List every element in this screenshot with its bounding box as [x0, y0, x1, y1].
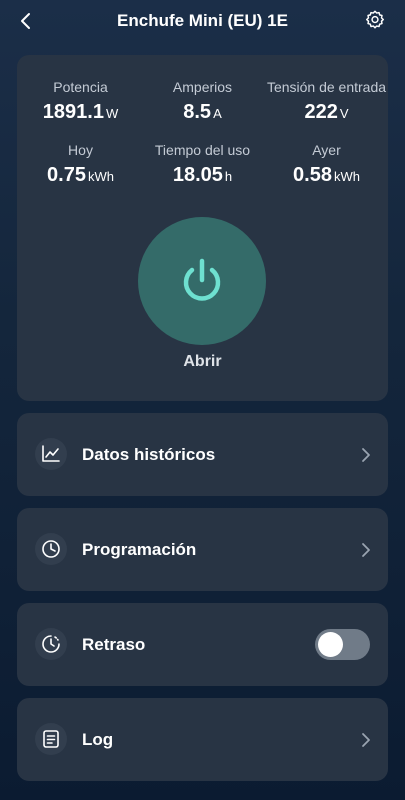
- chevron-right-icon: [360, 446, 372, 464]
- timer-icon-badge: [35, 628, 67, 660]
- delay-row: Retraso: [17, 603, 388, 686]
- log-label: Log: [82, 730, 114, 749]
- schedule-row[interactable]: Programación: [17, 508, 388, 591]
- stat-unit: A: [213, 106, 222, 121]
- line-chart-icon: [42, 445, 60, 462]
- chevron-right-icon: [360, 541, 372, 559]
- stat-value: 0.58: [293, 164, 332, 186]
- stat-label: Potencia: [53, 79, 108, 95]
- delay-toggle[interactable]: [315, 629, 370, 660]
- stat-label: Ayer: [312, 142, 341, 158]
- stat-unit: W: [105, 106, 119, 121]
- stat-label: Tiempo del uso: [154, 142, 251, 158]
- stat-value: 1891.1: [42, 101, 104, 123]
- document-icon: [43, 730, 59, 748]
- stat-value: 8.5: [183, 101, 212, 123]
- settings-button[interactable]: [363, 8, 387, 32]
- power-icon: [183, 258, 221, 301]
- chevron-left-icon: [21, 13, 30, 29]
- clock-icon-badge: [35, 533, 67, 565]
- stat-unit: kWh: [87, 169, 114, 184]
- stat-unit: h: [224, 169, 233, 184]
- clock-icon: [42, 540, 60, 558]
- document-icon-badge: [35, 723, 67, 755]
- stat-value: 18.05: [172, 164, 223, 186]
- stat-usage-time: Tiempo del uso 18.05 h: [141, 141, 264, 189]
- stat-today: Hoy 0.75 kWh: [19, 141, 142, 189]
- stat-current: Amperios 8.5 A: [141, 78, 264, 126]
- toggle-knob: [318, 632, 343, 657]
- chevron-right-icon: [360, 731, 372, 749]
- page-title: Enchufe Mini (EU) 1E: [117, 11, 288, 30]
- device-status-card: Potencia 1891.1 W Amperios 8.5 A Tensión d…: [17, 55, 388, 401]
- stat-label: Amperios: [172, 79, 233, 95]
- back-button[interactable]: [14, 9, 38, 33]
- stat-yesterday: Ayer 0.58 kWh: [265, 141, 388, 189]
- stat-power: Potencia 1891.1 W: [19, 78, 142, 126]
- historical-data-label: Datos históricos: [82, 445, 216, 464]
- log-row[interactable]: Log: [17, 698, 388, 781]
- stat-voltage: Tensión de entrada 222 V: [265, 78, 388, 126]
- stat-label: Hoy: [68, 142, 93, 158]
- stat-value: 0.75: [47, 164, 86, 186]
- schedule-label: Programación: [82, 540, 197, 559]
- timer-icon: [42, 635, 60, 653]
- gear-icon: [366, 10, 384, 29]
- stat-unit: V: [339, 106, 349, 121]
- header-bar: Enchufe Mini (EU) 1E: [0, 0, 405, 44]
- stat-unit: kWh: [333, 169, 360, 184]
- delay-label: Retraso: [82, 635, 146, 654]
- stat-value: 222: [304, 101, 338, 123]
- stat-label: Tensión de entrada: [266, 79, 387, 95]
- line-chart-icon-badge: [35, 438, 67, 470]
- power-button[interactable]: [138, 217, 266, 345]
- power-label: Abrir: [183, 353, 222, 370]
- historical-data-row[interactable]: Datos históricos: [17, 413, 388, 496]
